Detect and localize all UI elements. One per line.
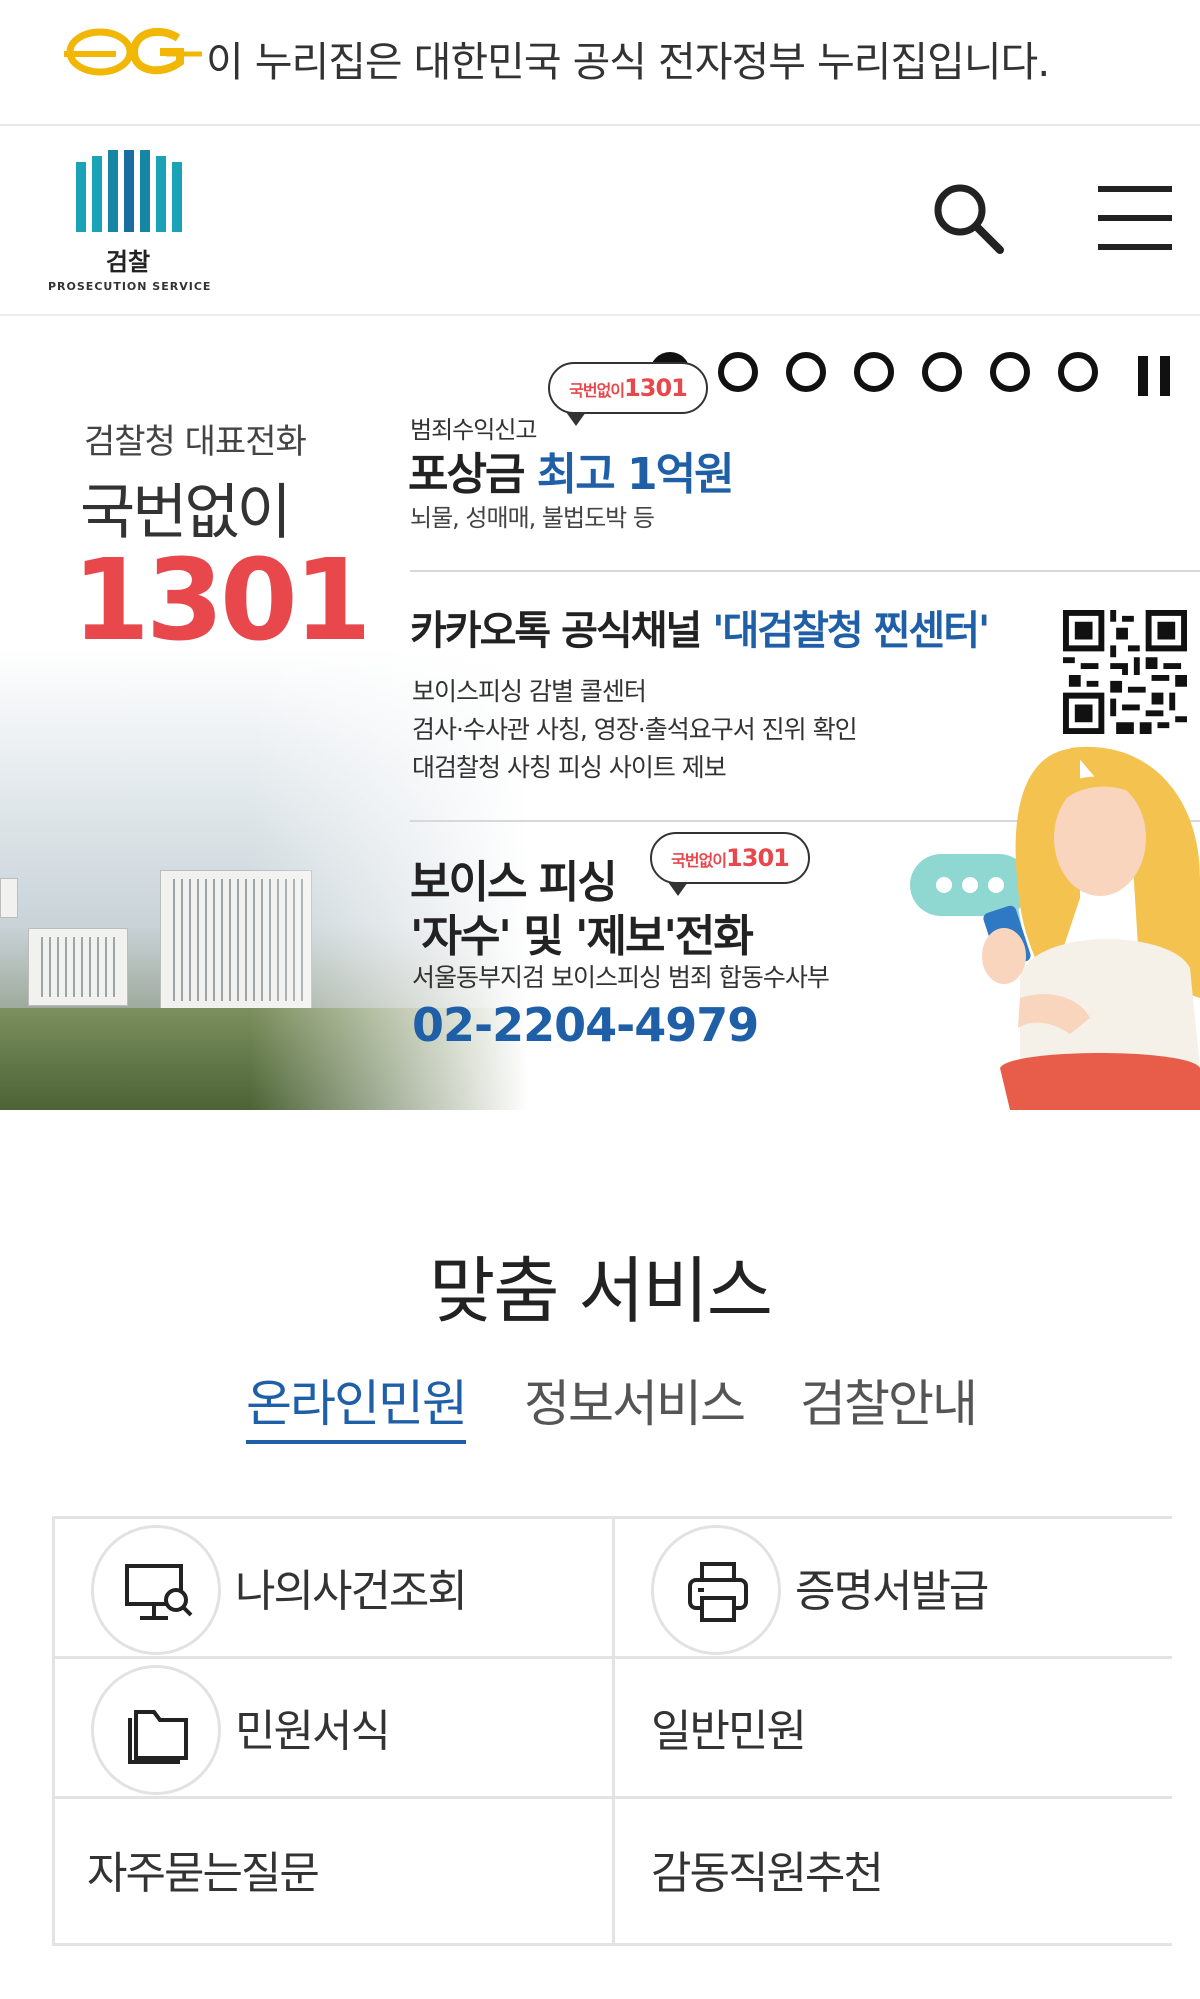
kakao-line-1: 보이스피싱 감별 콜센터 bbox=[412, 677, 647, 706]
hero-banner[interactable]: 검찰청 대표전화 국번없이 1301 국번없이1301 범죄수익신고 포상금 최… bbox=[0, 318, 1200, 1110]
kakao-line-3: 대검찰청 사칭 피싱 사이트 제보 bbox=[412, 753, 727, 782]
service-label: 민원서식 bbox=[235, 1706, 391, 1757]
pause-icon bbox=[1138, 356, 1148, 396]
service-label: 감동직원추천 bbox=[651, 1848, 884, 1899]
slider-dot-4[interactable] bbox=[854, 352, 894, 392]
building-image bbox=[28, 928, 128, 1006]
services-tabs: 온라인민원 정보서비스 검찰안내 bbox=[0, 1364, 1200, 1454]
kakao-channel-title: 카카오톡 공식채널 '대검찰청 찐센터' bbox=[410, 608, 990, 654]
services-title: 맞춤 서비스 bbox=[428, 1249, 773, 1333]
egov-logo-icon bbox=[64, 27, 202, 76]
reward-description: 뇌물, 성매매, 불법도박 등 bbox=[410, 504, 655, 532]
slider-dot-3[interactable] bbox=[786, 352, 826, 392]
banner-divider bbox=[410, 570, 1200, 572]
voice-phishing-subtitle: '자수' 및 '제보'전화 bbox=[410, 911, 754, 962]
hamburger-menu-icon bbox=[1098, 186, 1172, 250]
service-label: 증명서발급 bbox=[795, 1566, 989, 1617]
voice-phishing-phone: 02-2204-4979 bbox=[412, 998, 759, 1052]
logo-korean-text: 검찰 bbox=[105, 248, 151, 276]
service-general-civil[interactable]: 일반민원 bbox=[615, 1659, 1172, 1799]
hero-phone-number: 1301 bbox=[72, 536, 372, 666]
menu-button[interactable] bbox=[1096, 182, 1174, 254]
search-icon bbox=[934, 184, 1004, 254]
gov-banner: 이 누리집은 대한민국 공식 전자정부 누리집입니다. bbox=[0, 0, 1200, 126]
building-image bbox=[0, 878, 18, 918]
hero-subtitle: 검찰청 대표전화 bbox=[84, 422, 307, 462]
monitor-search-icon bbox=[125, 1564, 193, 1620]
hotline-bubble: 국번없이1301 bbox=[548, 362, 708, 414]
folder-icon bbox=[128, 1710, 188, 1764]
slider-pause-button[interactable] bbox=[1138, 356, 1172, 396]
service-certificate-issue[interactable]: 증명서발급 bbox=[615, 1519, 1172, 1659]
logo-bars-icon bbox=[76, 150, 182, 232]
tab-info-service[interactable]: 정보서비스 bbox=[524, 1364, 746, 1436]
gov-banner-text: 이 누리집은 대한민국 공식 전자정부 누리집입니다. bbox=[206, 38, 1050, 86]
reward-title: 포상금 최고 1억원 bbox=[408, 449, 735, 500]
slider-dot-6[interactable] bbox=[990, 352, 1030, 392]
qr-code-icon bbox=[1062, 610, 1188, 734]
service-label: 나의사건조회 bbox=[235, 1566, 468, 1617]
search-button[interactable] bbox=[930, 180, 1006, 256]
printer-icon bbox=[688, 1562, 748, 1622]
kakao-line-2: 검사·수사관 사칭, 영장·출석요구서 진위 확인 bbox=[412, 715, 858, 744]
woman-with-phone-illustration bbox=[910, 746, 1200, 1110]
service-faq[interactable]: 자주묻는질문 bbox=[55, 1799, 615, 1943]
service-my-case-lookup[interactable]: 나의사건조회 bbox=[55, 1519, 615, 1659]
service-civil-forms[interactable]: 민원서식 bbox=[55, 1659, 615, 1799]
voice-phishing-org: 서울동부지검 보이스피싱 범죄 합동수사부 bbox=[412, 963, 830, 992]
service-recommend-staff[interactable]: 감동직원추천 bbox=[615, 1799, 1172, 1943]
tab-online-civil[interactable]: 온라인민원 bbox=[246, 1364, 468, 1444]
hotline-bubble: 국번없이1301 bbox=[650, 832, 810, 884]
prosecution-logo[interactable]: 검찰 PROSECUTION SERVICE bbox=[48, 150, 212, 300]
slider-dot-5[interactable] bbox=[922, 352, 962, 392]
slider-dot-2[interactable] bbox=[718, 352, 758, 392]
tab-prosecution-guide[interactable]: 검찰안내 bbox=[800, 1364, 978, 1436]
services-grid: 나의사건조회 증명서발급 민원서식 일반민원 자주묻는질문 감동직원추천 bbox=[52, 1516, 1172, 1946]
slider-dot-7[interactable] bbox=[1058, 352, 1098, 392]
service-label: 자주묻는질문 bbox=[87, 1848, 320, 1899]
service-label: 일반민원 bbox=[651, 1706, 807, 1757]
logo-english-text: PROSECUTION SERVICE bbox=[48, 280, 212, 293]
